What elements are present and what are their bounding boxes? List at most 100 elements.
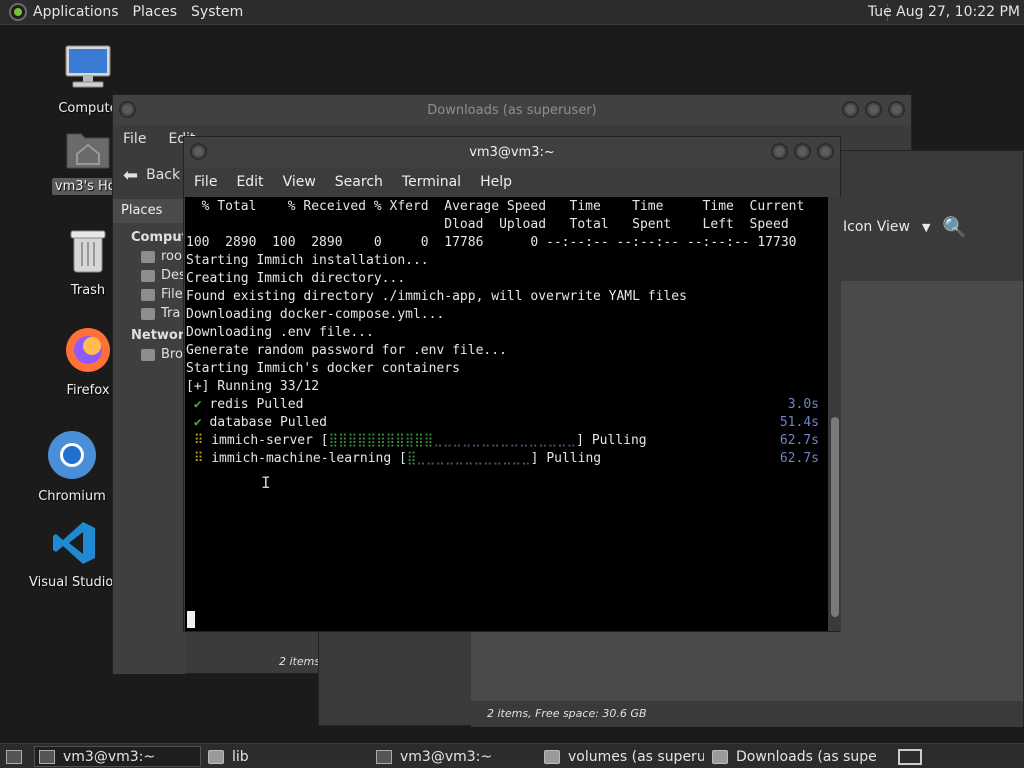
spinner-icon: ⠿ [193, 451, 204, 466]
taskbar: vm3@vm3:~ lib vm3@vm3:~ volumes (as supe… [0, 743, 1024, 768]
menu-view[interactable]: View [283, 174, 316, 190]
menu-terminal[interactable]: Terminal [402, 174, 461, 190]
computer-icon [65, 45, 111, 88]
taskbar-item-downloads[interactable]: Downloads (as supe... [708, 746, 878, 767]
places-menu[interactable]: Places [133, 4, 178, 20]
curl-header-line: Dload Upload Total Spent Left Speed [186, 217, 789, 232]
window-title: Downloads (as superuser) [427, 102, 597, 118]
log-line: Downloading .env file... [186, 325, 374, 340]
terminal-icon [39, 749, 55, 764]
terminal-cursor [187, 611, 195, 628]
workspace-switcher[interactable] [894, 746, 928, 767]
workspace-icon [898, 748, 922, 765]
running-line: [+] Running 33/12 [186, 379, 320, 394]
scrollbar-thumb[interactable] [831, 417, 839, 617]
volumes-statusbar: 2 items, Free space: 30.6 GB [471, 701, 1023, 727]
chevron-down-icon: ▼ [921, 220, 931, 234]
menu-search[interactable]: Search [335, 174, 383, 190]
sidebar-item-desktop[interactable]: Des [113, 264, 185, 283]
desktop-icon-label: Chromium [38, 489, 106, 504]
firefox-icon [66, 328, 110, 372]
back-arrow-icon[interactable]: ⬅ [123, 165, 138, 186]
chromium-icon [48, 431, 96, 479]
desktop-icon-vscode[interactable]: Visual Studio Co [26, 520, 135, 591]
close-button[interactable] [888, 101, 905, 118]
sidebar-item-root[interactable]: roo [113, 245, 185, 264]
menu-help[interactable]: Help [480, 174, 512, 190]
trash-icon [141, 307, 155, 320]
sidebar-item-trash[interactable]: Tra [113, 302, 185, 321]
view-mode-selector[interactable]: Icon View ▼ 🔍 [843, 215, 967, 239]
window-menu-button[interactable] [119, 101, 136, 118]
trash-icon [70, 230, 106, 273]
close-button[interactable] [817, 143, 834, 160]
desktop-icon-chromium[interactable]: Chromium [24, 430, 120, 505]
minimize-button[interactable] [771, 143, 788, 160]
elapsed-time: 51.4s [779, 415, 819, 430]
log-line: Starting Immich's docker containers [186, 361, 460, 376]
terminal-icon [376, 749, 392, 764]
taskbar-item-lib[interactable]: lib [204, 746, 368, 767]
show-desktop-icon [6, 749, 22, 764]
desktop-icon [141, 269, 155, 282]
minimize-button[interactable] [842, 101, 859, 118]
downloads-toolbar: ⬅ Back [113, 153, 183, 197]
window-menu-button[interactable] [190, 143, 207, 160]
desktop-icon-label: Trash [70, 283, 106, 298]
check-icon: ✔ [193, 397, 202, 412]
applications-menu[interactable]: Applications [33, 4, 119, 20]
desktop-icon-label: Compute [58, 101, 118, 116]
terminal-window[interactable]: vm3@vm3:~ File Edit View Search Terminal… [183, 136, 841, 632]
elapsed-time: 62.7s [779, 451, 819, 466]
service-line-database: ✔ database Pulled 51.4s [193, 415, 819, 430]
menu-file[interactable]: File [123, 131, 146, 147]
home-folder-icon [66, 133, 110, 169]
show-desktop-button[interactable] [2, 746, 28, 767]
back-button[interactable]: Back [146, 167, 180, 183]
maximize-button[interactable] [794, 143, 811, 160]
progress-filled: ⣿ [406, 451, 417, 466]
progress-empty: ⣀⣀⣀⣀⣀⣀⣀⣀⣀⣀⣀⣀⣀⣀⣀ [433, 433, 577, 448]
distro-logo-icon[interactable] [9, 3, 27, 21]
sidebar-item-browse-network[interactable]: Bro [113, 343, 185, 362]
downloads-titlebar[interactable]: Downloads (as superuser) [113, 95, 911, 125]
network-icon [141, 348, 155, 361]
service-line-redis: ✔ redis Pulled 3.0s [193, 397, 819, 412]
system-menu[interactable]: System [191, 4, 243, 20]
menu-edit[interactable]: Edit [236, 174, 263, 190]
drive-icon [141, 288, 155, 301]
sidebar-section-computer: Compute [131, 230, 197, 245]
service-line-immich-server: ⠿ immich-server [⣿⣿⣿⣿⣿⣿⣿⣿⣿⣿⣿⣀⣀⣀⣀⣀⣀⣀⣀⣀⣀⣀⣀… [193, 433, 819, 448]
sidebar-section-network: Network [131, 328, 193, 343]
top-panel: Applications Places System Tue Aug 27, 1… [0, 0, 1024, 25]
sidebar-item-filesystem[interactable]: File [113, 283, 185, 302]
terminal-scrollbar[interactable] [829, 197, 841, 631]
log-line: Generate random password for .env file..… [186, 343, 507, 358]
window-title: vm3@vm3:~ [469, 144, 555, 160]
taskbar-item-terminal[interactable]: vm3@vm3:~ [372, 746, 536, 767]
log-line: Starting Immich installation... [186, 253, 429, 268]
folder-icon [544, 749, 560, 764]
taskbar-item-terminal-active[interactable]: vm3@vm3:~ [34, 746, 201, 767]
terminal-menubar: File Edit View Search Terminal Help [184, 167, 840, 197]
terminal-output[interactable]: % Total % Received % Xferd Average Speed… [185, 197, 828, 631]
elapsed-time: 3.0s [787, 397, 819, 412]
spinner-icon: ⠿ [193, 433, 204, 448]
clock[interactable]: Tue Aug 27, 10:22 PM [868, 4, 1020, 20]
search-icon[interactable]: 🔍 [942, 215, 967, 239]
maximize-button[interactable] [865, 101, 882, 118]
terminal-titlebar[interactable]: vm3@vm3:~ [184, 137, 840, 167]
desktop-icon-label: Firefox [66, 383, 110, 398]
progress-empty: ⣀⣀⣀⣀⣀⣀⣀⣀⣀⣀⣀⣀ [416, 451, 531, 466]
log-line: Creating Immich directory... [186, 271, 406, 286]
service-line-immich-ml: ⠿ immich-machine-learning [⣿⣀⣀⣀⣀⣀⣀⣀⣀⣀⣀⣀⣀… [193, 451, 819, 466]
places-header[interactable]: Places [113, 199, 185, 223]
progress-filled: ⣿⣿⣿⣿⣿⣿⣿⣿⣿⣿⣿ [328, 433, 434, 448]
view-mode-label: Icon View [843, 219, 910, 235]
taskbar-item-volumes[interactable]: volumes (as superus... [540, 746, 704, 767]
mouse-ibeam-cursor: I [261, 473, 271, 492]
log-line: Found existing directory ./immich-app, w… [186, 289, 687, 304]
vscode-icon [53, 522, 95, 564]
log-line: Downloading docker-compose.yml... [186, 307, 445, 322]
menu-file[interactable]: File [194, 174, 217, 190]
